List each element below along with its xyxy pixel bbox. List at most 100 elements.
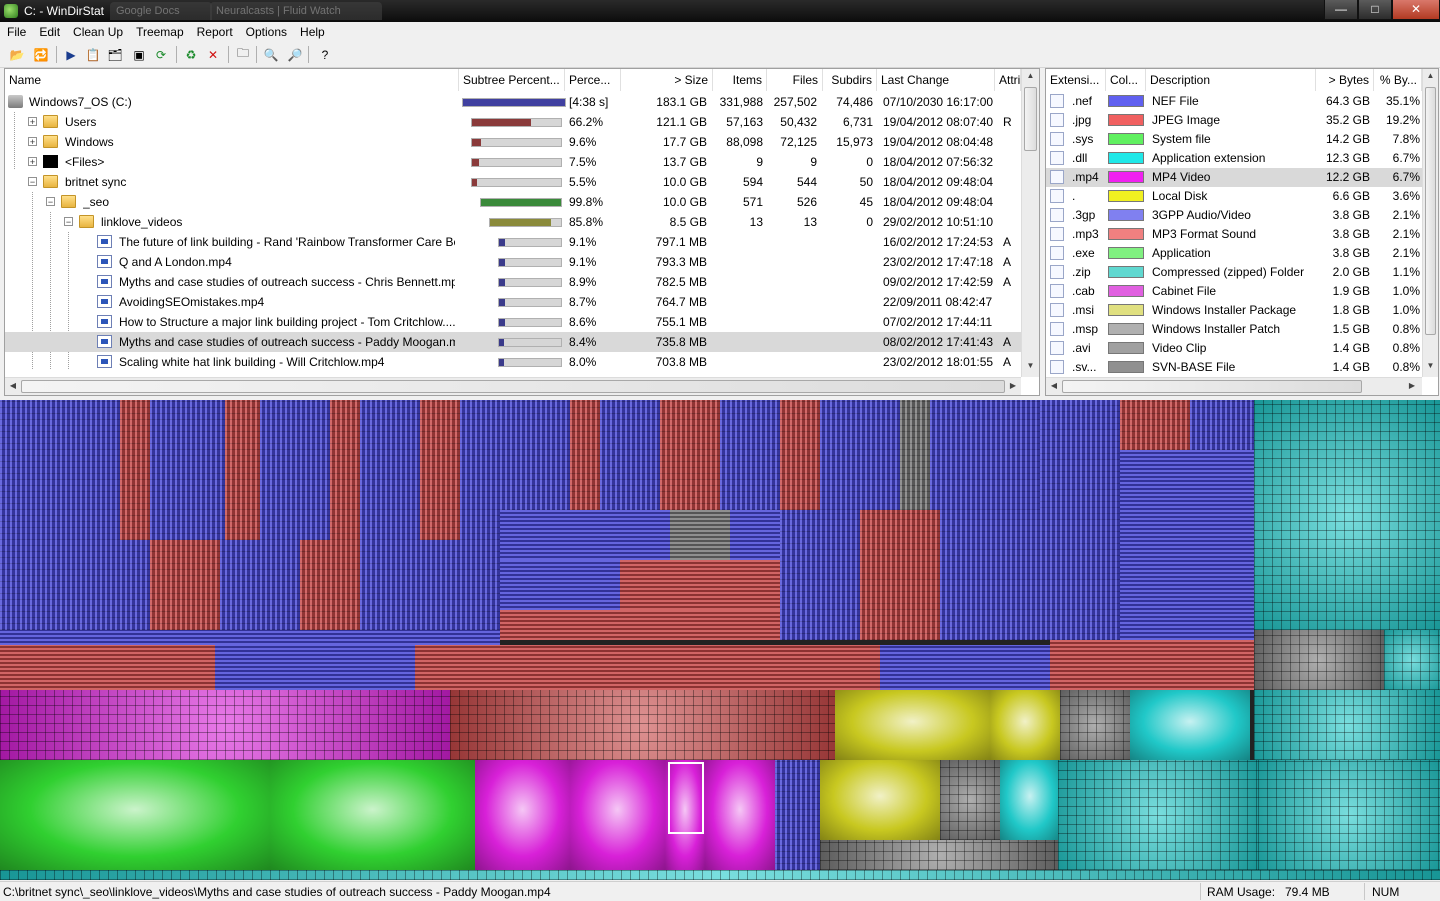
extension-row[interactable]: .mp3 MP3 Format Sound 3.8 GB 2.1% xyxy=(1046,225,1422,244)
treemap-tile[interactable] xyxy=(820,840,1060,870)
scroll-right-arrow-icon[interactable]: ▶ xyxy=(1406,381,1418,390)
column-header-percent-bytes[interactable]: % By... xyxy=(1374,69,1422,91)
treemap-tile[interactable] xyxy=(1060,690,1130,760)
column-header-extension[interactable]: Extensi... xyxy=(1046,69,1106,91)
column-header-color[interactable]: Col... xyxy=(1106,69,1146,91)
treemap-tile[interactable] xyxy=(570,400,600,510)
tree-row[interactable]: AvoidingSEOmistakes.mp4 8.7% 764.7 MB 22/09… xyxy=(5,292,1021,312)
treemap-tile[interactable] xyxy=(0,540,150,630)
extension-row[interactable]: .dll Application extension 12.3 GB 6.7% xyxy=(1046,149,1422,168)
extension-vscroll-thumb[interactable] xyxy=(1425,87,1436,335)
treemap-tile[interactable] xyxy=(0,630,500,645)
extension-row[interactable]: .avi Video Clip 1.4 GB 0.8% xyxy=(1046,339,1422,358)
scroll-up-arrow-icon[interactable]: ▲ xyxy=(1423,71,1438,80)
extension-vertical-scrollbar[interactable]: ▲ ▼ xyxy=(1422,69,1438,377)
extension-horizontal-scrollbar[interactable]: ◀ ▶ xyxy=(1046,377,1422,395)
treemap-tile[interactable] xyxy=(500,400,570,510)
extension-row[interactable]: .msi Windows Installer Package 1.8 GB 1.0% xyxy=(1046,301,1422,320)
column-header-files[interactable]: Files xyxy=(767,69,823,91)
menu-file[interactable]: File xyxy=(0,22,32,42)
treemap-tile[interactable] xyxy=(0,870,1440,880)
treemap-tile[interactable] xyxy=(930,400,1040,510)
treemap-tile[interactable] xyxy=(940,510,1040,640)
zoom-out-button[interactable]: 🔎 xyxy=(286,46,304,63)
treemap-tile[interactable] xyxy=(1254,630,1384,690)
treemap-tile[interactable] xyxy=(630,645,880,690)
scroll-right-arrow-icon[interactable]: ▶ xyxy=(1007,381,1019,390)
treemap-tile[interactable] xyxy=(150,400,225,540)
scroll-left-arrow-icon[interactable]: ◀ xyxy=(7,381,19,390)
tree-row[interactable]: − _seo 99.8% 10.0 GB 571 526 45 18/04/2012 09:4… xyxy=(5,192,1021,212)
command-prompt-button[interactable]: ▣ xyxy=(130,46,148,63)
extension-row[interactable]: .nef NEF File 64.3 GB 35.1% xyxy=(1046,92,1422,111)
new-folder-button[interactable]: 🗀 xyxy=(234,46,252,63)
tree-row[interactable]: Scaling white hat link building - Will C… xyxy=(5,352,1021,372)
treemap-tile[interactable] xyxy=(475,760,570,870)
treemap-tile[interactable] xyxy=(0,645,215,690)
column-header-percent[interactable]: Perce... xyxy=(565,69,621,91)
treemap-tile[interactable] xyxy=(1190,400,1254,450)
extension-row[interactable]: .jpg JPEG Image 35.2 GB 19.2% xyxy=(1046,111,1422,130)
column-header-attributes[interactable]: Attri xyxy=(995,69,1021,91)
menu-edit[interactable]: Edit xyxy=(32,22,66,42)
treemap-tile[interactable] xyxy=(670,510,730,560)
scroll-down-arrow-icon[interactable]: ▼ xyxy=(1423,361,1438,370)
expand-collapse-toggle[interactable]: + xyxy=(28,157,37,167)
expand-collapse-toggle[interactable]: − xyxy=(28,177,37,187)
treemap-tile[interactable] xyxy=(300,540,360,630)
tree-row[interactable]: Windows7_OS (C:) [4:38 s] 183.1 GB 331,988 2… xyxy=(5,92,1021,112)
treemap-tile[interactable] xyxy=(1384,630,1440,690)
treemap-view[interactable] xyxy=(0,400,1440,880)
treemap-tile[interactable] xyxy=(780,400,820,510)
treemap-tile[interactable] xyxy=(120,400,150,540)
expand-collapse-toggle[interactable]: + xyxy=(28,117,37,127)
treemap-tile[interactable] xyxy=(705,760,775,870)
help-button[interactable]: ? xyxy=(316,46,334,63)
explorer-button[interactable]: 🗂 xyxy=(106,46,124,63)
treemap-tile[interactable] xyxy=(420,400,460,540)
treemap-tile[interactable] xyxy=(1120,450,1254,640)
column-header-subtree-percent[interactable]: Subtree Percent... xyxy=(459,69,565,91)
treemap-tile[interactable] xyxy=(150,540,220,630)
scroll-down-arrow-icon[interactable]: ▼ xyxy=(1022,361,1039,370)
menu-treemap[interactable]: Treemap xyxy=(129,22,190,42)
menu-clean-up[interactable]: Clean Up xyxy=(66,22,129,42)
scroll-left-arrow-icon[interactable]: ◀ xyxy=(1048,381,1060,390)
extension-row[interactable]: .zip Compressed (zipped) Folder 2.0 GB 1.1% xyxy=(1046,263,1422,282)
treemap-tile[interactable] xyxy=(1130,690,1250,760)
treemap-tile[interactable] xyxy=(860,510,940,640)
treemap-tile[interactable] xyxy=(1000,760,1060,840)
column-header-bytes[interactable]: > Bytes xyxy=(1316,69,1374,91)
treemap-tile[interactable] xyxy=(270,760,475,870)
extension-row[interactable]: .cab Cabinet File 1.9 GB 1.0% xyxy=(1046,282,1422,301)
extension-row[interactable]: .3gp 3GPP Audio/Video 3.8 GB 2.1% xyxy=(1046,206,1422,225)
column-header-description[interactable]: Description xyxy=(1146,69,1316,91)
treemap-tile[interactable] xyxy=(450,690,835,760)
extension-row[interactable]: .msp Windows Installer Patch 1.5 GB 0.8% xyxy=(1046,320,1422,339)
refresh-selected-button[interactable]: 🔁 xyxy=(32,46,50,63)
treemap-tile[interactable] xyxy=(730,510,780,560)
treemap-tile[interactable] xyxy=(500,510,670,560)
extension-row[interactable]: . Local Disk 6.6 GB 3.6% xyxy=(1046,187,1422,206)
scroll-up-arrow-icon[interactable]: ▲ xyxy=(1022,71,1039,80)
treemap-tile[interactable] xyxy=(1254,690,1440,760)
menu-help[interactable]: Help xyxy=(293,22,331,42)
treemap-tile[interactable] xyxy=(940,760,1000,840)
zoom-in-button[interactable]: 🔍 xyxy=(262,46,280,63)
tree-vertical-scrollbar[interactable]: ▲ ▼ xyxy=(1021,69,1039,377)
delete-button[interactable]: ✕ xyxy=(204,46,222,63)
treemap-tile[interactable] xyxy=(990,690,1060,760)
extension-row[interactable]: .mp4 MP4 Video 12.2 GB 6.7% xyxy=(1046,168,1422,187)
expand-collapse-toggle[interactable]: − xyxy=(64,217,73,227)
extension-row[interactable]: .sv... SVN-BASE File 1.4 GB 0.8% xyxy=(1046,358,1422,377)
treemap-tile[interactable] xyxy=(1050,640,1254,690)
treemap-tile[interactable] xyxy=(500,610,780,640)
recycle-button[interactable]: ♻ xyxy=(182,46,200,63)
tree-row[interactable]: The future of link building - Rand 'Rain… xyxy=(5,232,1021,252)
treemap-tile[interactable] xyxy=(1254,400,1440,630)
tree-row[interactable]: − linklove_videos 85.8% 8.5 GB 13 13 0 29/02/20… xyxy=(5,212,1021,232)
open-folder-button[interactable]: 📂 xyxy=(8,46,26,63)
treemap-tile[interactable] xyxy=(620,560,780,610)
treemap-tile[interactable] xyxy=(460,400,500,540)
treemap-tile[interactable] xyxy=(900,400,930,510)
